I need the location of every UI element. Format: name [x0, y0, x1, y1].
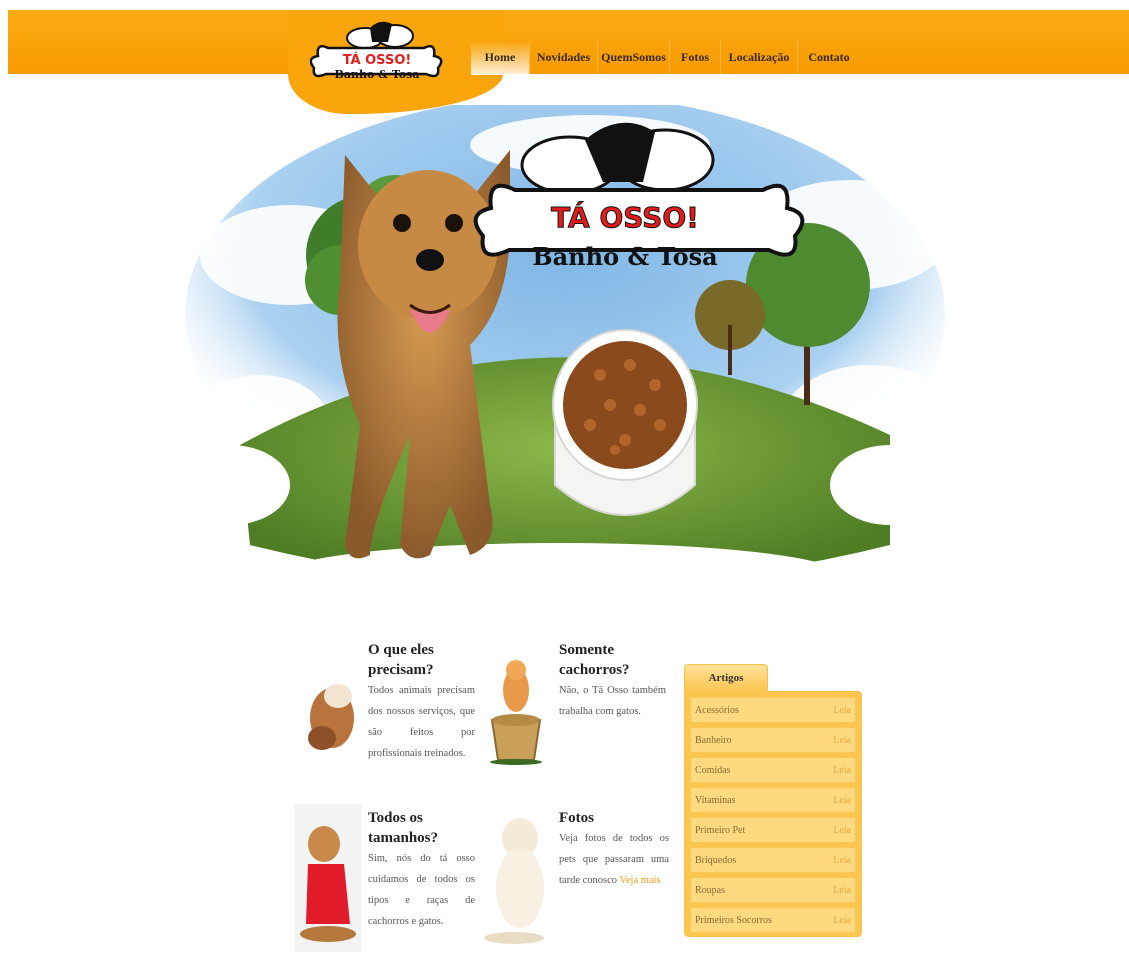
dog-red-shirt-image	[294, 804, 362, 952]
artigo-primeiros-socorros[interactable]: Primeiros Socorros Leia	[690, 907, 856, 933]
tab-artigos[interactable]: Artigos	[684, 664, 768, 692]
leia-link[interactable]: Leia	[833, 705, 851, 716]
nav-contato[interactable]: Contato	[798, 41, 860, 75]
cat-basket-image	[490, 660, 542, 765]
artigo-comidas[interactable]: Comidas Leia	[690, 757, 856, 783]
nav-home[interactable]: Home	[471, 41, 529, 75]
leia-link[interactable]: Leia	[833, 885, 851, 896]
artigo-label: Vitaminas	[695, 794, 736, 806]
hero-banner: TÁ OSSO! Banho & Tosa	[170, 105, 960, 607]
block-precisam: O que eles precisam? Todos animais preci…	[368, 640, 475, 764]
leia-link[interactable]: Leia	[833, 915, 851, 926]
artigo-label: Acessórios	[695, 704, 739, 716]
hero-logo-tagline: Banho & Tosa	[532, 242, 717, 271]
artigo-banheiro[interactable]: Banheiro Leia	[690, 727, 856, 753]
block-cachorros-text: Não, o Tá Osso também trabalha com gatos…	[559, 685, 666, 717]
block-fotos: Fotos Veja fotos de todos os pets que pa…	[559, 808, 669, 891]
nav-quemsomos[interactable]: QuemSomos	[598, 41, 669, 75]
logo-title: TÁ OSSO!	[343, 52, 412, 68]
artigo-briquedos[interactable]: Briquedos Leia	[690, 847, 856, 873]
leia-link[interactable]: Leia	[833, 855, 851, 866]
artigo-roupas[interactable]: Roupas Leia	[690, 877, 856, 903]
artigo-vitaminas[interactable]: Vitaminas Leia	[690, 787, 856, 813]
site-logo[interactable]: TÁ OSSO! Banho & Tosa	[310, 16, 445, 84]
artigo-label: Roupas	[695, 884, 725, 896]
dog-puppy-image	[308, 684, 354, 750]
main-nav: Home Novidades QuemSomos Fotos Localizaç…	[471, 41, 860, 75]
leia-link[interactable]: Leia	[833, 735, 851, 746]
block-precisam-title: O que eles precisam?	[368, 642, 434, 678]
artigo-label: Primeiros Socorros	[695, 914, 772, 926]
leia-link[interactable]: Leia	[833, 825, 851, 836]
artigo-label: Primeiro Pet	[695, 824, 746, 836]
nav-localizacao[interactable]: Localização	[721, 41, 797, 75]
food-bowl	[552, 329, 698, 516]
artigo-acessorios[interactable]: Acessórios Leia	[690, 697, 856, 723]
block-tamanhos-text: Sim, nós do tá osso cuidamos de todos os…	[368, 853, 475, 927]
block-cachorros: Somente cachorros? Não, o Tá Osso também…	[559, 640, 666, 722]
leia-link[interactable]: Leia	[833, 765, 851, 776]
artigos-panel: Acessórios Leia Banheiro Leia Comidas Leia …	[684, 691, 862, 937]
block-tamanhos-title: Todos os tamanhos?	[368, 810, 439, 846]
nav-fotos[interactable]: Fotos	[670, 41, 720, 75]
artigo-label: Briquedos	[695, 854, 737, 866]
artigo-label: Banheiro	[695, 734, 732, 746]
block-fotos-title: Fotos	[559, 810, 594, 826]
nav-novidades[interactable]: Novidades	[530, 41, 597, 75]
leia-link[interactable]: Leia	[833, 795, 851, 806]
hero-logo-title: TÁ OSSO!	[551, 200, 699, 234]
logo-tagline: Banho & Tosa	[335, 68, 420, 81]
block-precisam-text: Todos animais precisam dos nossos serviç…	[368, 685, 475, 759]
puppy-white-image	[484, 818, 544, 944]
block-tamanhos: Todos os tamanhos? Sim, nós do tá osso c…	[368, 808, 475, 932]
block-cachorros-title: Somente cachorros?	[559, 642, 630, 678]
veja-mais-link[interactable]: Veja mais	[619, 875, 660, 886]
artigo-label: Comidas	[695, 764, 731, 776]
artigo-primeiro-pet[interactable]: Primeiro Pet Leia	[690, 817, 856, 843]
